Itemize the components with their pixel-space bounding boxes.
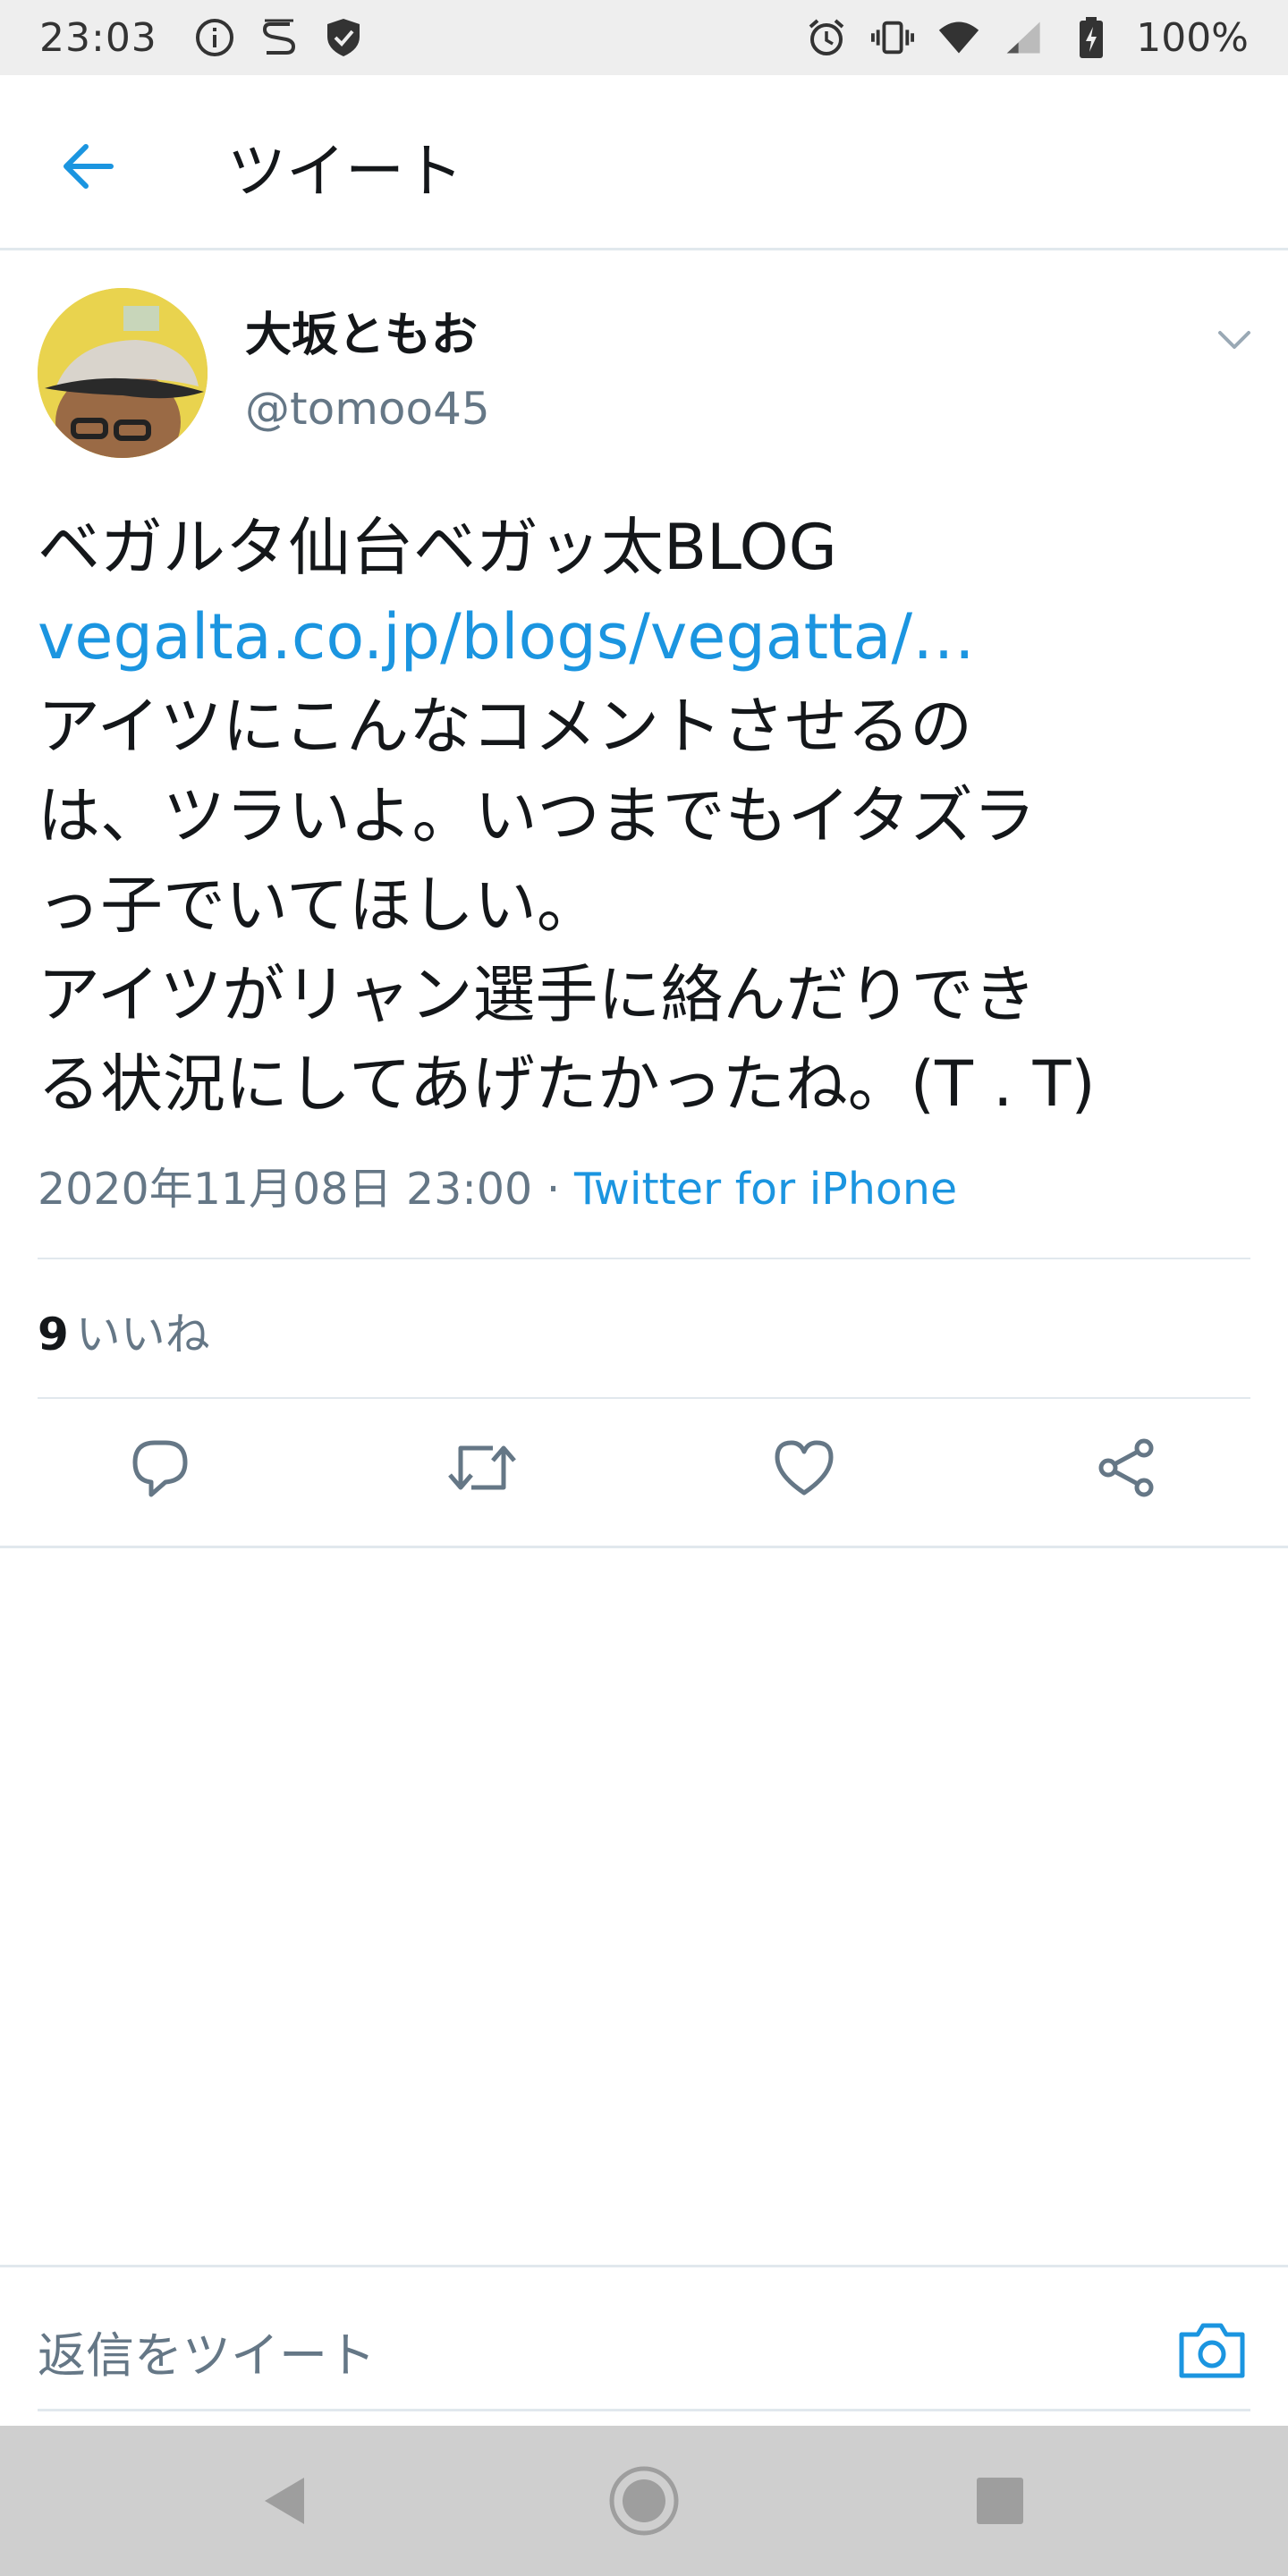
wifi-icon bbox=[937, 16, 980, 59]
system-nav-bar bbox=[0, 2426, 1288, 2576]
shield-icon bbox=[322, 16, 365, 59]
camera-button[interactable] bbox=[1172, 2314, 1252, 2385]
share-button[interactable] bbox=[1086, 1428, 1166, 1508]
tweet-text-line: ベガルタ仙台ベガッ太BLOG bbox=[38, 511, 837, 584]
tweet-text: ベガルタ仙台ベガッ太BLOG vegalta.co.jp/blogs/vegat… bbox=[38, 503, 1263, 1129]
page-title: ツイート bbox=[227, 137, 463, 206]
s-logo-icon bbox=[258, 16, 301, 59]
nav-home-icon bbox=[609, 2466, 679, 2536]
signal-icon bbox=[1004, 16, 1046, 59]
share-icon bbox=[1098, 1438, 1154, 1497]
reply-input[interactable]: 返信をツイート bbox=[38, 2316, 376, 2386]
back-arrow-icon bbox=[64, 144, 114, 189]
more-options-button[interactable] bbox=[1208, 313, 1261, 367]
info-icon bbox=[193, 16, 236, 59]
avatar-image bbox=[38, 288, 208, 458]
like-button[interactable] bbox=[764, 1428, 844, 1508]
tweet-text-line: アイツにこんなコメントさせるの bbox=[38, 690, 973, 763]
nav-recents-icon bbox=[977, 2478, 1023, 2524]
nav-recents-button[interactable] bbox=[964, 2465, 1036, 2537]
battery-charging-icon bbox=[1070, 16, 1113, 59]
tweet-source[interactable]: Twitter for iPhone bbox=[574, 1164, 957, 1215]
avatar[interactable] bbox=[38, 288, 208, 458]
tweet-meta: 2020年11月08日 23:00 · Twitter for iPhone bbox=[38, 1154, 957, 1217]
tweet-actions bbox=[0, 1392, 1288, 1544]
camera-icon bbox=[1179, 2323, 1245, 2378]
likes-label: いいね bbox=[75, 1309, 210, 1360]
reply-bar: 返信をツイート bbox=[0, 2265, 1288, 2426]
reply-underline bbox=[38, 2409, 1250, 2411]
app-header: ツイート bbox=[0, 75, 1288, 250]
vibrate-icon bbox=[871, 16, 915, 59]
tweet-text-line: アイツがリャン選手に絡んだりでき bbox=[38, 958, 1037, 1031]
reply-button[interactable] bbox=[120, 1428, 200, 1508]
likes-row[interactable]: 9 いいね bbox=[38, 1299, 210, 1363]
tweet-timestamp: 2020年11月08日 23:00 bbox=[38, 1164, 533, 1215]
back-button[interactable] bbox=[52, 131, 123, 202]
status-left-icons bbox=[193, 16, 365, 59]
retweet-icon bbox=[448, 1445, 516, 1490]
nav-back-icon bbox=[265, 2478, 304, 2524]
alarm-icon bbox=[805, 16, 848, 59]
divider bbox=[38, 1258, 1250, 1259]
author-name[interactable]: 大坂ともお bbox=[245, 297, 478, 364]
nav-back-button[interactable] bbox=[249, 2465, 320, 2537]
author-handle[interactable]: @tomoo45 bbox=[245, 383, 490, 435]
tweet-text-line: は、ツラいよ。いつまでもイタズラ bbox=[38, 779, 1036, 852]
status-time: 23:03 bbox=[39, 14, 157, 61]
tweet-text-line: る状況にしてあげたかったね。(T . T) bbox=[38, 1047, 1096, 1121]
retweet-button[interactable] bbox=[442, 1428, 522, 1508]
actions-divider bbox=[0, 1546, 1288, 1548]
battery-percent: 100% bbox=[1136, 14, 1249, 61]
tweet-link[interactable]: vegalta.co.jp/blogs/vegatta/… bbox=[38, 592, 1263, 682]
nav-home-button[interactable] bbox=[608, 2465, 680, 2537]
status-bar: 23:03 100% bbox=[0, 0, 1288, 75]
reply-icon bbox=[132, 1440, 188, 1497]
status-right-icons: 100% bbox=[805, 15, 1249, 61]
like-icon bbox=[775, 1440, 834, 1496]
likes-count: 9 bbox=[38, 1309, 69, 1360]
chevron-down-icon bbox=[1218, 331, 1250, 349]
meta-separator: · bbox=[532, 1164, 574, 1215]
tweet-text-line: っ子でいてほしい。 bbox=[38, 869, 599, 942]
